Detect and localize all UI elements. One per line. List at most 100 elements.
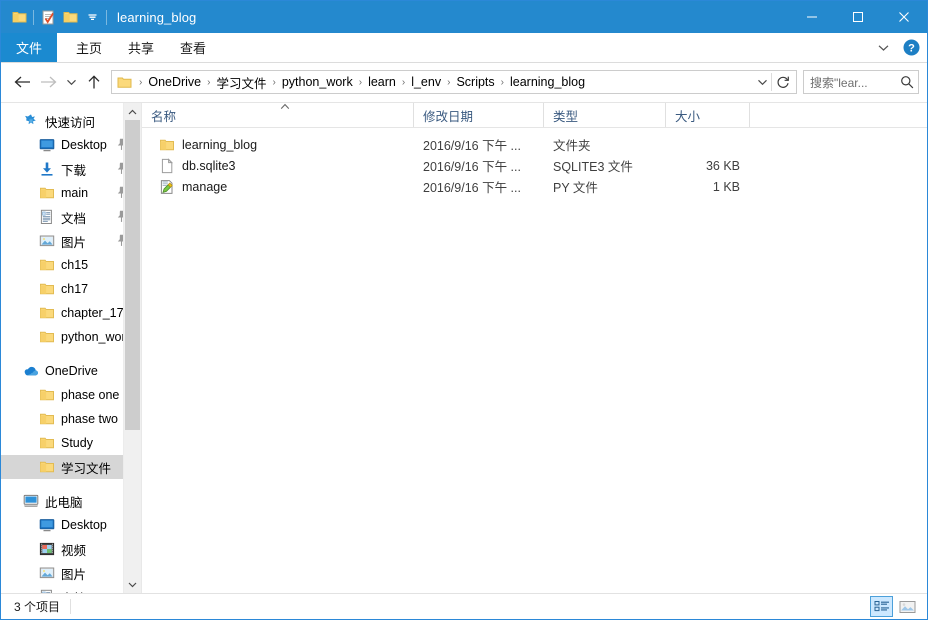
sidebar-item-python-work[interactable]: python_work [1, 325, 141, 349]
navigation-tree: 快速访问 Desktop 下载 main 文档 图片 ch15 ch17 chapter_17 p… [1, 103, 141, 593]
breadcrumb-separator-2[interactable]: › [270, 77, 279, 88]
status-divider [70, 599, 72, 614]
breadcrumb-separator-0[interactable]: › [136, 77, 145, 88]
sidebar-item-快速访问[interactable]: 快速访问 [1, 109, 141, 133]
file-explorer-window: learning_blog 文件 主页 共享 查看 ? › OneDrive ›… [0, 0, 928, 620]
address-bar: › OneDrive › 学习文件 › python_work › learn … [1, 63, 927, 102]
search-input[interactable]: 搜索"lear... [804, 74, 896, 91]
sidebar-item-下载[interactable]: 下载 [1, 157, 141, 181]
item-count-label: 3 个项目 [14, 600, 61, 614]
breadcrumb-separator-4[interactable]: › [399, 77, 408, 88]
column-header-name[interactable]: 名称 [142, 103, 414, 127]
file-name-cell: manage [142, 179, 414, 195]
close-button[interactable] [881, 1, 927, 33]
folder-icon[interactable] [8, 6, 30, 28]
sidebar-item-label: OneDrive [45, 364, 98, 378]
tab-file[interactable]: 文件 [1, 33, 58, 62]
breadcrumb-separator-6[interactable]: › [498, 77, 507, 88]
column-header-type[interactable]: 类型 [544, 103, 666, 127]
sidebar-item-ch17[interactable]: ch17 [1, 277, 141, 301]
sidebar-item-此电脑[interactable]: 此电脑 [1, 489, 141, 513]
search-icon[interactable] [896, 75, 918, 89]
table-row[interactable]: manage 2016/9/16 下午 ... PY 文件 1 KB [142, 176, 927, 197]
up-arrow-icon[interactable] [81, 69, 107, 95]
column-header-date[interactable]: 修改日期 [414, 103, 544, 127]
chevron-down-icon[interactable] [873, 37, 893, 59]
sidebar-item-文档[interactable]: 文档 [1, 585, 141, 593]
downloads-icon [39, 161, 55, 177]
sidebar-item-视频[interactable]: 视频 [1, 537, 141, 561]
folder-icon [39, 387, 55, 403]
tab-view[interactable]: 查看 [167, 33, 219, 62]
sidebar-item-label: 此电脑 [45, 495, 83, 510]
properties-icon[interactable] [37, 6, 59, 28]
sidebar-item-phase-one[interactable]: phase one [1, 383, 141, 407]
scrollbar-track[interactable] [124, 120, 141, 576]
search-box[interactable]: 搜索"lear... [803, 70, 919, 94]
sidebar-item-desktop[interactable]: Desktop [1, 133, 141, 157]
sidebar-item-图片[interactable]: 图片 [1, 229, 141, 253]
column-header-size[interactable]: 大小 [666, 103, 750, 127]
sidebar-item-label: phase one [61, 388, 120, 402]
tab-share[interactable]: 共享 [115, 33, 167, 62]
file-size-cell: 1 KB [712, 179, 740, 194]
sidebar-item-学习文件[interactable]: 学习文件 [1, 455, 141, 479]
sidebar-item-label: Desktop [61, 518, 107, 532]
breadcrumb-item-lenv[interactable]: l_env [408, 75, 444, 89]
scrollbar-thumb[interactable] [125, 120, 140, 431]
maximize-button[interactable] [835, 1, 881, 33]
sidebar-item-label: ch15 [61, 258, 89, 272]
chevron-down-icon[interactable] [753, 71, 771, 93]
refresh-icon[interactable] [772, 71, 794, 93]
sidebar-item-label: phase two [61, 412, 118, 426]
breadcrumb-item-learning-blog[interactable]: learning_blog [507, 75, 588, 89]
sidebar-item-label: main [61, 186, 89, 200]
navigation-scrollbar[interactable] [123, 103, 141, 593]
breadcrumb-bar[interactable]: › OneDrive › 学习文件 › python_work › learn … [111, 70, 797, 94]
sidebar-item-study[interactable]: Study [1, 431, 141, 455]
scroll-down-button[interactable] [124, 576, 141, 593]
help-icon[interactable]: ? [901, 38, 921, 58]
generic-file-icon [159, 157, 175, 174]
minimize-button[interactable] [789, 1, 835, 33]
new-folder-icon[interactable] [59, 6, 81, 28]
breadcrumb-item-learn[interactable]: learn [365, 75, 399, 89]
file-list-pane: 名称 修改日期 类型 大小 learning_blog 2016/9/16 下午 … [142, 103, 927, 593]
recent-locations-icon[interactable] [61, 69, 81, 95]
breadcrumb-item-onedrive[interactable]: OneDrive [145, 75, 204, 89]
folder-icon [112, 76, 136, 89]
sidebar-item-ch15[interactable]: ch15 [1, 253, 141, 277]
back-arrow-icon[interactable] [9, 69, 35, 95]
file-date-cell: 2016/9/16 下午 ... [423, 160, 521, 174]
breadcrumb-separator-3[interactable]: › [356, 77, 365, 88]
scroll-up-button[interactable] [124, 103, 141, 120]
computer-icon [23, 493, 39, 509]
file-type-cell: 文件夹 [553, 139, 591, 153]
large-icons-view-button[interactable] [896, 596, 919, 617]
breadcrumb-item-scripts[interactable]: Scripts [453, 75, 497, 89]
table-row[interactable]: db.sqlite3 2016/9/16 下午 ... SQLITE3 文件 36 K… [142, 155, 927, 176]
sidebar-item-图片[interactable]: 图片 [1, 561, 141, 585]
file-type-cell: PY 文件 [553, 181, 598, 195]
table-row[interactable]: learning_blog 2016/9/16 下午 ... 文件夹 [142, 134, 927, 155]
documents-icon [39, 209, 55, 225]
tab-home[interactable]: 主页 [63, 33, 115, 62]
sidebar-item-label: 文档 [61, 211, 87, 226]
python-file-icon [159, 179, 175, 195]
customize-dropdown-icon[interactable] [81, 6, 103, 28]
folder-icon [39, 185, 55, 201]
breadcrumb-separator-1[interactable]: › [204, 77, 213, 88]
folder-icon [39, 459, 55, 475]
sidebar-item-desktop[interactable]: Desktop [1, 513, 141, 537]
sidebar-item-chapter-17[interactable]: chapter_17 [1, 301, 141, 325]
breadcrumb-item-python-work[interactable]: python_work [279, 75, 356, 89]
sidebar-item-onedrive[interactable]: OneDrive [1, 359, 141, 383]
sidebar-item-main[interactable]: main [1, 181, 141, 205]
sidebar-item-文档[interactable]: 文档 [1, 205, 141, 229]
breadcrumb-item-study-files[interactable]: 学习文件 [213, 73, 269, 92]
details-view-button[interactable] [870, 596, 893, 617]
breadcrumb-separator-5[interactable]: › [444, 77, 453, 88]
sidebar-item-label: Study [61, 436, 93, 450]
nav-group-spacer [1, 479, 141, 489]
sidebar-item-phase-two[interactable]: phase two [1, 407, 141, 431]
